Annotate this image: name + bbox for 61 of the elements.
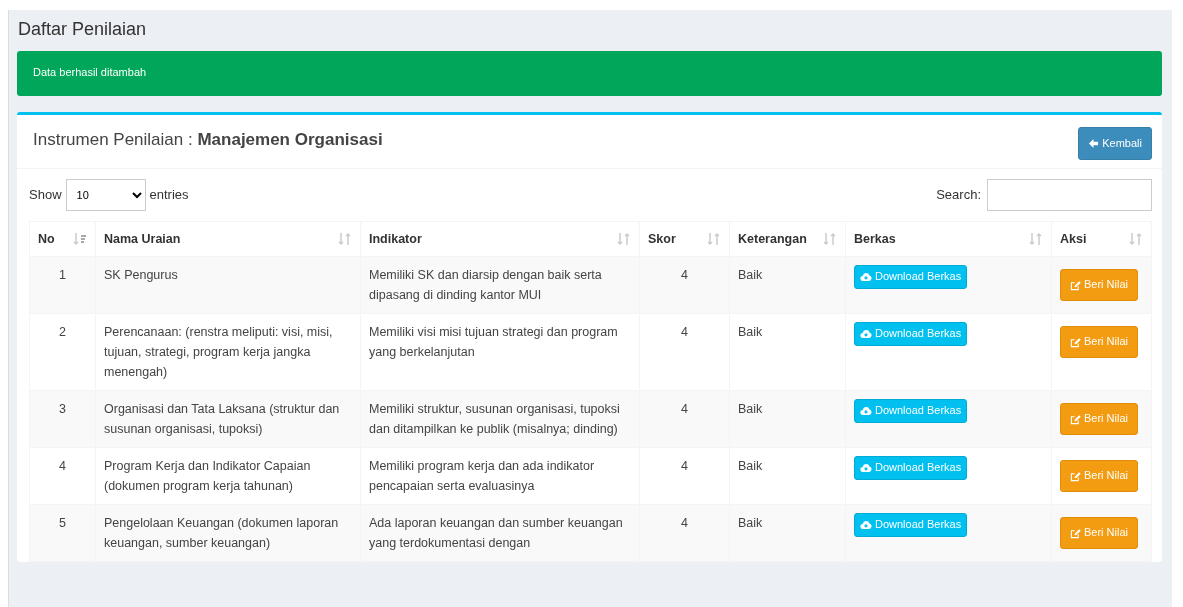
grade-button[interactable]: Beri Nilai — [1060, 517, 1138, 549]
row-number: 1 — [59, 268, 66, 283]
show-label: Show — [29, 185, 62, 204]
search-label: Search: — [936, 185, 981, 204]
card-title: Instrumen Penilaian : Manajemen Organisasi — [33, 129, 383, 151]
table-cell: Baik — [738, 516, 763, 531]
table-cell: 4 — [681, 325, 688, 340]
download-button[interactable]: Download Berkas — [854, 265, 968, 289]
edit-icon — [1070, 527, 1081, 539]
edit-icon — [1070, 336, 1081, 348]
entries-select[interactable]: 10 — [65, 178, 146, 211]
table-cell: Memiliki visi misi tujuan strategi dan program yang berkelanjutan — [369, 325, 618, 360]
column-header[interactable]: Indikator — [369, 229, 422, 249]
cloud-download-icon — [860, 329, 872, 340]
column-header[interactable]: No — [38, 229, 55, 249]
entries-label: entries — [149, 185, 189, 204]
table-cell: 4 — [681, 402, 688, 417]
column-header[interactable]: Skor — [648, 229, 676, 249]
cloud-download-icon — [860, 520, 872, 531]
download-button[interactable]: Download Berkas — [854, 456, 968, 480]
table-cell: 4 — [681, 516, 688, 531]
column-header[interactable]: Aksi — [1060, 229, 1087, 249]
success-alert: Data berhasil ditambah — [17, 51, 1162, 96]
cloud-download-icon — [860, 406, 872, 417]
table-cell: Memiliki struktur, susunan organisasi, tupoksi dan ditampilkan ke publik (misalnya; dinding) — [369, 402, 620, 437]
back-button[interactable]: Kembali — [1078, 127, 1152, 160]
grade-button[interactable]: Beri Nilai — [1060, 403, 1138, 435]
row-number: 2 — [59, 325, 66, 340]
row-number: 4 — [59, 459, 66, 474]
grade-button[interactable]: Beri Nilai — [1060, 326, 1138, 358]
table-cell: Baik — [738, 325, 763, 340]
table-cell: 4 — [681, 268, 688, 283]
cloud-download-icon — [860, 463, 872, 474]
cloud-download-icon — [860, 272, 872, 283]
arrow-left-icon — [1088, 137, 1100, 149]
column-header[interactable]: Berkas — [854, 229, 896, 249]
row-number: 5 — [59, 516, 66, 531]
table-cell: Program Kerja dan Indikator Capaian (dokumen program kerja tahunan) — [104, 459, 311, 494]
grade-button[interactable]: Beri Nilai — [1060, 460, 1138, 492]
table-cell: Ada laporan keuangan dan sumber keuangan yang terdokumentasi dengan — [369, 516, 623, 551]
column-header[interactable]: Nama Uraian — [104, 229, 181, 249]
download-button[interactable]: Download Berkas — [854, 513, 968, 537]
download-button[interactable]: Download Berkas — [854, 322, 968, 346]
table-cell: Baik — [738, 459, 763, 474]
edit-icon — [1070, 279, 1081, 291]
table-cell: 4 — [681, 459, 688, 474]
search-field[interactable] — [987, 178, 1152, 211]
row-number: 3 — [59, 402, 66, 417]
table-cell: Baik — [738, 268, 763, 283]
table-cell: Memiliki program kerja dan ada indikator pencapaian serta evaluasinya — [369, 459, 595, 494]
edit-icon — [1070, 470, 1081, 482]
table-cell: Perencanaan: (renstra meliputi: visi, misi, tujuan, strategi, program kerja jangka menengah) — [104, 325, 333, 380]
download-button[interactable]: Download Berkas — [854, 399, 968, 423]
grade-button[interactable]: Beri Nilai — [1060, 269, 1138, 301]
page-title: Daftar Penilaian — [18, 18, 148, 41]
table-cell: SK Pengurus — [104, 268, 178, 283]
table-cell: Organisasi dan Tata Laksana (struktur dan susunan organisasi, tupoksi) — [104, 402, 340, 437]
table-cell: Baik — [738, 402, 763, 417]
edit-icon — [1070, 413, 1081, 425]
table-cell: Memiliki SK dan diarsip dengan baik serta dipasang di dinding kantor MUI — [369, 268, 602, 303]
table-cell: Pengelolaan Keuangan (dokumen laporan keuangan, sumber keuangan) — [104, 516, 339, 551]
